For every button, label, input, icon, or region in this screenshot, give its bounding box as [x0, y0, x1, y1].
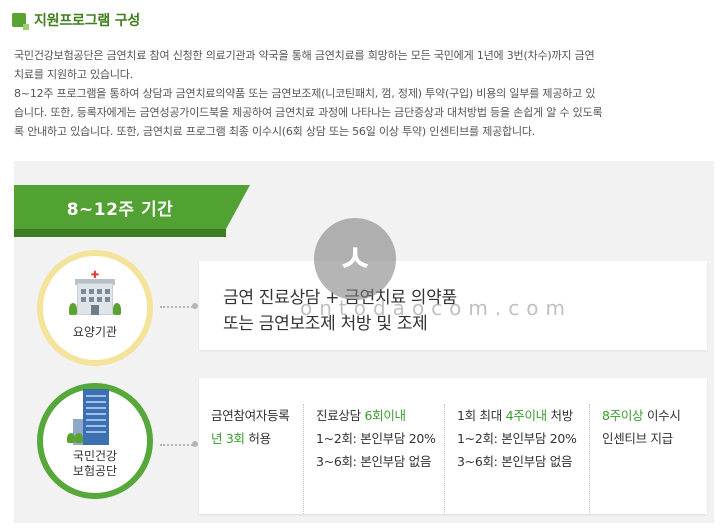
connector-dot [192, 303, 198, 309]
nhis-label-line1: 국민건강 [72, 449, 118, 463]
description-line: 국민건강보험공단은 금연치료 참여 신청한 의료기관과 약국을 통해 금연치료를… [14, 49, 595, 62]
support-column-registration: 금연참여자등록 년 3회 허용 [199, 404, 303, 514]
counseling-copay-1: 1~2회: 본인부담 20% [316, 431, 436, 446]
description-paragraph: 국민건강보험공단은 금연치료 참여 신청한 의료기관과 약국을 통해 금연치료를… [14, 46, 714, 141]
building-icon [67, 389, 123, 445]
period-label: 8~12주 기간 [66, 199, 174, 220]
section-title: 지원프로그램 구성 [34, 13, 141, 29]
nhis-circle: 국민건강 보험공단 [37, 383, 153, 499]
counseling-limit-highlight: 6회이내 [364, 408, 406, 423]
heading-square-icon [12, 13, 29, 30]
description-line: 습니다. 또한, 등록자에게는 금연성공가이드북을 제공하여 금연치료 과정에 … [14, 106, 603, 119]
provider-label: 요양기관 [72, 325, 118, 339]
support-column-counseling: 진료상담 6회이내 1~2회: 본인부담 20% 3~6회: 본인부담 없음 [303, 404, 444, 514]
nhis-label: 국민건강 보험공단 [73, 449, 117, 479]
description-line: 치료를 지원하고 있습니다. [14, 68, 134, 81]
support-column-incentive: 8주이상 이수시 인센티브 지급 [589, 404, 707, 514]
nhis-connector [160, 444, 196, 446]
section-heading: 지원프로그램 구성 [12, 10, 140, 30]
prescription-copay-2: 3~6회: 본인부담 없음 [457, 454, 573, 469]
description-line: 록 안내하고 있습니다. 또한, 금연치료 프로그램 최종 이수시(6회 상담 … [14, 125, 536, 138]
incentive-title: 8주이상 이수시 [602, 408, 681, 423]
support-column-prescription: 1회 최대 4주이내 처방 1~2회: 본인부담 20% 3~6회: 본인부담 … [444, 404, 589, 514]
prescription-title: 1회 최대 4주이내 처방 [457, 408, 573, 423]
provider-connector [160, 306, 196, 308]
description-line: 8~12주 프로그램을 통하여 상담과 금연치료의약품 또는 금연보조제(니코틴… [14, 87, 596, 100]
prescription-limit-highlight: 4주이내 [505, 408, 548, 423]
incentive-highlight: 8주이상 [602, 408, 644, 423]
period-tab: 8~12주 기간 [14, 185, 250, 237]
counseling-title: 진료상담 6회이내 [316, 408, 406, 423]
counseling-copay-2: 3~6회: 본인부담 없음 [316, 454, 432, 469]
connector-dot [192, 441, 198, 447]
nhis-support-card: 금연참여자등록 년 3회 허용 진료상담 6회이내 1~2회: 본인부담 20%… [199, 378, 707, 514]
watermark-logo-icon: ㅅ [314, 218, 396, 300]
watermark-text: ontodaocom.com [300, 296, 572, 320]
provider-circle: ✚ 요양기관 [37, 250, 153, 366]
prescription-copay-1: 1~2회: 본인부담 20% [457, 431, 577, 446]
registration-limit-highlight: 년 3회 [211, 431, 245, 446]
registration-limit: 년 3회 허용 [211, 431, 271, 446]
incentive-text: 인센티브 지급 [602, 431, 673, 446]
nhis-label-line2: 보험공단 [72, 464, 118, 478]
registration-title: 금연참여자등록 [211, 408, 290, 423]
period-tab-shadow [14, 229, 226, 237]
hospital-icon: ✚ [67, 271, 123, 319]
